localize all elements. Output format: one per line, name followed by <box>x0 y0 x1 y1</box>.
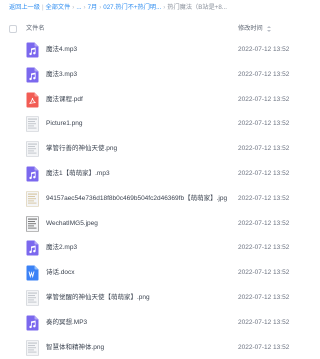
file-row[interactable]: 掌管觉醒的神仙天使【萌萌家】.png 2022-07-12 13:52 <box>0 286 320 311</box>
file-row[interactable]: 魔法4.mp3 2022-07-12 13:52 <box>0 38 320 63</box>
file-modified-date: 2022-07-12 13:52 <box>238 194 290 202</box>
file-name[interactable]: 魔法3.mp3 <box>46 63 77 88</box>
file-modified-date: 2022-07-12 13:52 <box>238 145 290 153</box>
image-thumbnail-icon <box>26 141 39 157</box>
breadcrumb-july-link[interactable]: 7月 <box>88 4 98 11</box>
file-name[interactable]: Picture1.png <box>46 112 83 137</box>
file-modified-date: 2022-07-12 13:52 <box>238 318 290 326</box>
file-modified-date: 2022-07-12 13:52 <box>238 169 290 177</box>
breadcrumb-folder-link[interactable]: 027.热门不+热门明... <box>103 4 161 11</box>
file-modified-date: 2022-07-12 13:52 <box>238 293 290 301</box>
breadcrumb-current-folder: 热门魔法（B站是+8... <box>167 4 227 11</box>
file-name[interactable]: 94157aec54e736d18f8b0c469b504fc2d46369fb… <box>46 187 227 212</box>
audio-file-icon <box>26 315 39 331</box>
file-name[interactable]: WechatIMG5.jpeg <box>46 212 98 237</box>
file-name[interactable]: 魔法1【萌萌家】.mp3 <box>46 162 110 187</box>
breadcrumb-all-files-link[interactable]: 全部文件 <box>46 4 71 11</box>
audio-file-icon <box>26 42 39 58</box>
pdf-file-icon <box>26 92 39 108</box>
image-thumbnail-icon <box>26 290 39 306</box>
breadcrumb-back-link[interactable]: 返回上一级 <box>9 4 40 11</box>
file-row[interactable]: 魔法3.mp3 2022-07-12 13:52 <box>0 63 320 88</box>
file-row[interactable]: 魔法课程.pdf 2022-07-12 13:52 <box>0 88 320 113</box>
file-modified-date: 2022-07-12 13:52 <box>238 244 290 252</box>
image-thumbnail-icon <box>26 190 39 207</box>
file-name[interactable]: 魔法4.mp3 <box>46 38 77 63</box>
column-header-name[interactable]: 文件名 <box>26 20 45 38</box>
file-list: 魔法4.mp3 2022-07-12 13:52 魔法3.mp3 2022-07-12… <box>0 38 320 359</box>
file-name[interactable]: 奏的冥想.MP3 <box>46 311 87 336</box>
file-row[interactable]: Picture1.png 2022-07-12 13:52 <box>0 112 320 137</box>
word-file-icon <box>26 265 39 281</box>
file-row[interactable]: 魔法1【萌萌家】.mp3 2022-07-12 13:52 <box>0 162 320 187</box>
file-row[interactable]: 魔法2.mp3 2022-07-12 13:52 <box>0 236 320 261</box>
breadcrumb: 返回上一级 | 全部文件 ›... › 7月 › 027.热门不+热门明... › 热门魔法（B站… <box>9 2 315 14</box>
file-modified-date: 2022-07-12 13:52 <box>238 70 290 78</box>
file-modified-date: 2022-07-12 13:52 <box>238 219 290 227</box>
file-name[interactable]: 魔法2.mp3 <box>46 236 77 261</box>
file-name[interactable]: 掌管行善的神仙天使.png <box>46 137 117 162</box>
image-thumbnail-icon <box>26 339 39 356</box>
audio-file-icon <box>26 67 39 83</box>
audio-file-icon <box>26 240 39 256</box>
file-modified-date: 2022-07-12 13:52 <box>238 343 290 351</box>
file-name[interactable]: 掌管觉醒的神仙天使【萌萌家】.png <box>46 286 150 311</box>
image-thumbnail-icon <box>26 215 39 232</box>
file-row[interactable]: 掌管行善的神仙天使.png 2022-07-12 13:52 <box>0 137 320 162</box>
audio-file-icon <box>26 166 39 182</box>
select-all-checkbox[interactable] <box>9 25 17 33</box>
file-row[interactable]: 奏的冥想.MP3 2022-07-12 13:52 <box>0 311 320 336</box>
file-name[interactable]: 魔法课程.pdf <box>46 88 83 113</box>
column-header-modified[interactable]: 修改时间 <box>238 20 263 38</box>
file-row[interactable]: 智慧体和精神体.png 2022-07-12 13:52 <box>0 336 320 359</box>
breadcrumb-ellipsis-link[interactable]: ... <box>76 4 81 11</box>
sort-icon[interactable] <box>267 26 271 32</box>
file-list-header: 文件名 修改时间 <box>0 20 320 38</box>
file-modified-date: 2022-07-12 13:52 <box>238 46 290 53</box>
file-row[interactable]: 94157aec54e736d18f8b0c469b504fc2d46369fb… <box>0 187 320 212</box>
file-modified-date: 2022-07-12 13:52 <box>238 269 290 277</box>
image-thumbnail-icon <box>26 116 39 133</box>
file-row[interactable]: 诗话.docx 2022-07-12 13:52 <box>0 261 320 286</box>
file-modified-date: 2022-07-12 13:52 <box>238 95 290 103</box>
file-name[interactable]: 智慧体和精神体.png <box>46 336 104 359</box>
file-modified-date: 2022-07-12 13:52 <box>238 120 290 128</box>
file-row[interactable]: WechatIMG5.jpeg 2022-07-12 13:52 <box>0 212 320 237</box>
file-name[interactable]: 诗话.docx <box>46 261 75 286</box>
